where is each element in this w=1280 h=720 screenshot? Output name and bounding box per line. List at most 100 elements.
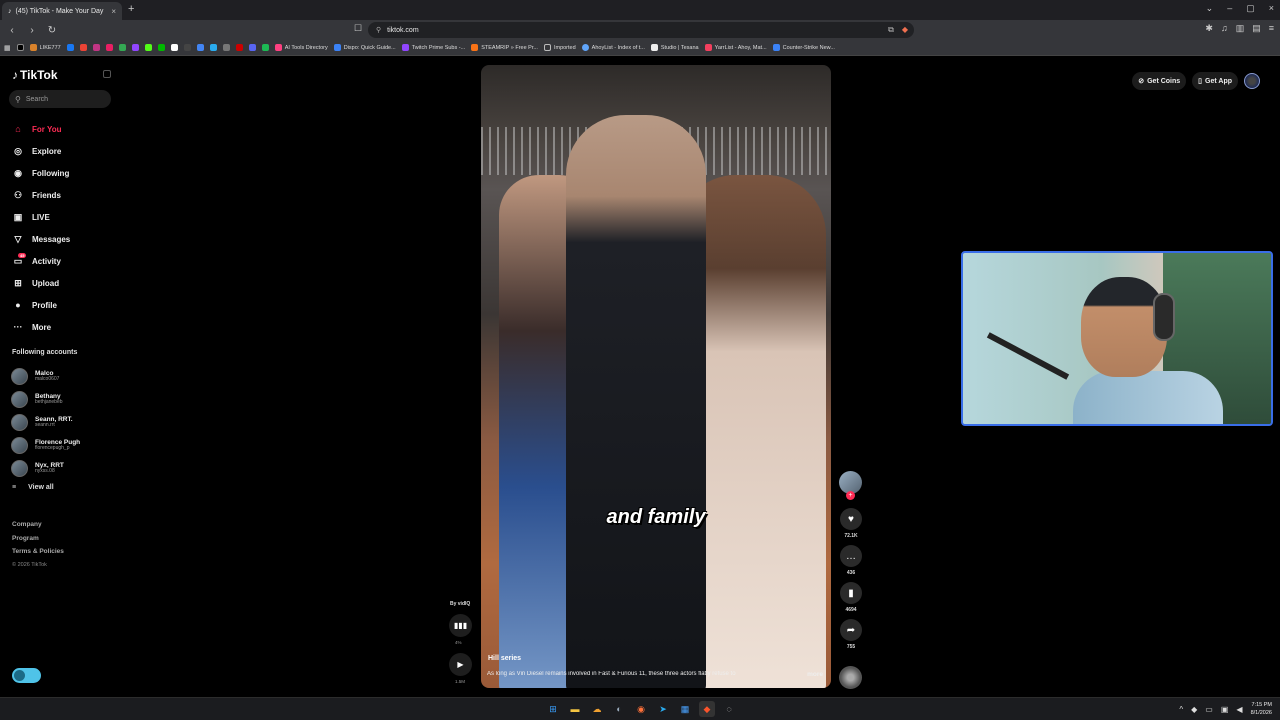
user-avatar[interactable] bbox=[1244, 73, 1260, 89]
sidebar-item-profile[interactable]: ● Profile bbox=[12, 294, 122, 316]
open-external-icon[interactable]: ⧉ bbox=[888, 25, 894, 35]
extensions-icon[interactable]: ✱ bbox=[1205, 23, 1213, 34]
bookmark-icon[interactable] bbox=[222, 44, 230, 51]
bookmark-item[interactable]: Studio | Tesana bbox=[650, 44, 699, 51]
creator-avatar[interactable]: + bbox=[839, 471, 862, 500]
tiktok-logo[interactable]: ♪ TikTok bbox=[12, 68, 58, 82]
recording-icon[interactable]: ◌ bbox=[721, 701, 737, 717]
new-tab-icon[interactable]: + bbox=[128, 3, 134, 15]
bookmark-icon[interactable] bbox=[261, 44, 269, 51]
comment-action[interactable]: … 436 bbox=[839, 545, 863, 576]
follow-plus-icon[interactable]: + bbox=[846, 491, 855, 500]
sound-disc-icon[interactable] bbox=[839, 666, 862, 689]
account-item[interactable]: Malco malco0607 bbox=[11, 365, 80, 388]
brave-browser-icon[interactable]: ◆ bbox=[699, 701, 715, 717]
wallet-icon[interactable]: ▤ bbox=[1252, 23, 1261, 34]
bookmark-icon[interactable] bbox=[157, 44, 165, 51]
theme-toggle[interactable] bbox=[12, 668, 41, 683]
sidebar-item-for-you[interactable]: ⌂ For You bbox=[12, 118, 122, 140]
url-field[interactable]: ⚲ tiktok.com ⧉ ◆ bbox=[368, 22, 914, 38]
bookmark-icon[interactable] bbox=[248, 44, 256, 51]
extension-icon[interactable]: ◆ bbox=[902, 25, 908, 35]
bookmark-icon[interactable] bbox=[235, 44, 243, 51]
save-action[interactable]: ▮ 4694 bbox=[839, 582, 863, 613]
sidebar-item-upload[interactable]: ⊞ Upload bbox=[12, 272, 122, 294]
bookmark-icon[interactable] bbox=[118, 44, 126, 51]
bookmark-item[interactable]: Dispo: Quick Guide... bbox=[333, 44, 396, 51]
windows-start-icon[interactable]: ⊞ bbox=[545, 701, 561, 717]
get-coins-button[interactable]: ⊘ Get Coins bbox=[1132, 72, 1187, 90]
bookmark-folder[interactable]: Imported bbox=[543, 44, 576, 51]
bookmark-icon[interactable] bbox=[209, 44, 217, 51]
sidebar-icon[interactable]: ▥ bbox=[1236, 23, 1245, 34]
app-store-icon[interactable]: ▦ bbox=[677, 701, 693, 717]
bookmark-icon[interactable] bbox=[170, 44, 178, 51]
search-input[interactable]: ⚲ Search bbox=[9, 90, 111, 108]
bookmark-icon[interactable] bbox=[183, 44, 191, 51]
bookmark-icon[interactable] bbox=[66, 44, 74, 51]
tray-chevron-icon[interactable]: ^ bbox=[1179, 705, 1183, 714]
network-icon[interactable]: ▣ bbox=[1221, 705, 1229, 714]
close-window-icon[interactable]: × bbox=[1269, 3, 1274, 14]
bookmark-item[interactable]: Twitch Prime Subs -... bbox=[401, 44, 465, 51]
reload-icon[interactable]: ↻ bbox=[44, 25, 60, 36]
account-item[interactable]: Bethany bethjanebeb bbox=[11, 388, 80, 411]
bookmark-item[interactable]: STEAMRIP » Free Pr... bbox=[471, 44, 538, 51]
sidebar-item-more[interactable]: ··· More bbox=[12, 316, 122, 338]
sidebar-item-explore[interactable]: ◎ Explore bbox=[12, 140, 122, 162]
footer-link-terms[interactable]: Terms & Policies bbox=[12, 545, 64, 559]
volume-icon[interactable]: ◀ bbox=[1236, 705, 1242, 714]
footer-link-company[interactable]: Company bbox=[12, 518, 64, 532]
steam-icon[interactable]: ◐ bbox=[611, 701, 627, 717]
collapse-sidebar-icon[interactable] bbox=[103, 70, 111, 78]
account-item[interactable]: Seann, RRT. seann.rrt bbox=[11, 411, 80, 434]
menu-icon[interactable]: ≡ bbox=[1269, 23, 1274, 34]
bookmark-icon[interactable] bbox=[144, 44, 152, 51]
sidebar-item-messages[interactable]: ▽ Messages bbox=[12, 228, 122, 250]
more-button[interactable]: more bbox=[807, 671, 823, 678]
bookmark-item[interactable]: LIKE777 bbox=[29, 44, 61, 51]
bookmark-star-icon[interactable]: ☐ bbox=[354, 23, 362, 34]
video-title[interactable]: Hill series bbox=[488, 655, 521, 662]
bookmark-item[interactable]: Counter-Strike New... bbox=[772, 44, 835, 51]
bookmark-icon[interactable] bbox=[16, 44, 24, 51]
sidebar-item-activity[interactable]: ▭ 45 Activity bbox=[12, 250, 122, 272]
tab-search-icon[interactable]: ⌄ bbox=[1206, 3, 1214, 14]
comment-icon[interactable]: … bbox=[840, 545, 862, 567]
get-app-button[interactable]: ▯ Get App bbox=[1192, 72, 1238, 90]
footer-link-program[interactable]: Program bbox=[12, 532, 64, 546]
share-icon[interactable]: ➦ bbox=[840, 619, 862, 641]
display-icon[interactable]: ▭ bbox=[1205, 705, 1213, 714]
clock[interactable]: 7:15 PM 8/1/2026 bbox=[1251, 701, 1272, 717]
cloud-icon[interactable]: ☁ bbox=[589, 701, 605, 717]
play-button[interactable]: ▶ bbox=[449, 653, 472, 676]
bookmark-item[interactable]: YarrList - Ahoy, Mat... bbox=[704, 44, 767, 51]
share-action[interactable]: ➦ 755 bbox=[839, 619, 863, 650]
file-explorer-icon[interactable]: ▬ bbox=[567, 701, 583, 717]
bookmark-item[interactable]: AhoyList - Index of t... bbox=[581, 44, 645, 51]
account-item[interactable]: Florence Pugh florencepugh_p bbox=[11, 434, 80, 457]
video-player[interactable]: and family Hill series As long as Vin Di… bbox=[481, 65, 831, 688]
tab-close-icon[interactable]: × bbox=[111, 7, 116, 16]
bookmark-icon[interactable] bbox=[196, 44, 204, 51]
like-action[interactable]: ♥ 72.1K bbox=[839, 508, 863, 539]
apps-grid-icon[interactable]: ▦ bbox=[4, 44, 11, 52]
minimize-icon[interactable]: – bbox=[1227, 3, 1232, 14]
site-info-icon[interactable]: ⚲ bbox=[376, 26, 381, 34]
telegram-icon[interactable]: ➤ bbox=[655, 701, 671, 717]
sidebar-item-friends[interactable]: ⚇ Friends bbox=[12, 184, 122, 206]
bookmark-icon[interactable] bbox=[131, 44, 139, 51]
sidebar-item-following[interactable]: ◉ Following bbox=[12, 162, 122, 184]
stats-button[interactable]: ▮▮▮ bbox=[449, 614, 472, 637]
mic-icon[interactable]: ◆ bbox=[1191, 705, 1197, 714]
view-all-link[interactable]: ≡ View all bbox=[12, 484, 54, 491]
browser-tab[interactable]: ♪ (45) TikTok - Make Your Day × bbox=[2, 2, 122, 20]
maximize-icon[interactable]: ▢ bbox=[1246, 3, 1255, 14]
media-icon[interactable]: ♫ bbox=[1221, 23, 1228, 34]
bookmark-icon[interactable] bbox=[105, 44, 113, 51]
forward-icon[interactable]: › bbox=[24, 25, 40, 36]
firefox-icon[interactable]: ◉ bbox=[633, 701, 649, 717]
bookmark-icon[interactable]: ▮ bbox=[840, 582, 862, 604]
account-item[interactable]: Nyx, RRT nyxss.08 bbox=[11, 457, 80, 480]
bookmark-item[interactable]: AI Tools Directory bbox=[274, 44, 328, 51]
